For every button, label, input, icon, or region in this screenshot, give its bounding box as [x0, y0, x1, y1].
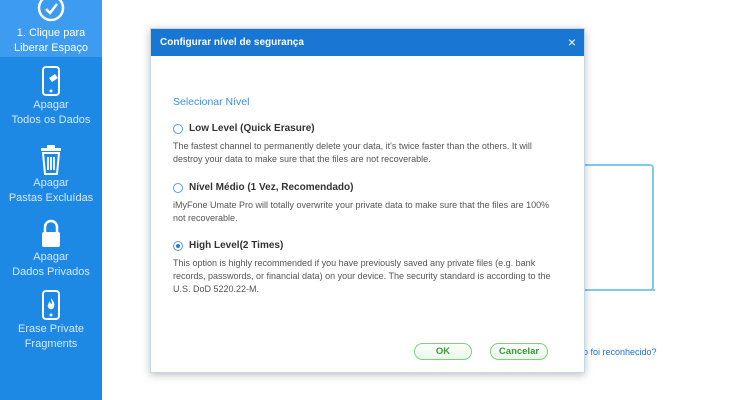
sidebar-item-label: Todos os Dados: [11, 114, 91, 126]
option-high-level: High Level(2 Times) This option is highl…: [173, 240, 553, 296]
phone-fire-icon: [42, 290, 60, 320]
option-low-level: Low Level (Quick Erasure) The fastest ch…: [173, 123, 553, 166]
sidebar-item-label: Liberar Espaço: [14, 42, 88, 54]
option-medium-level: Nível Médio (1 Vez, Recomendado) iMyFone…: [173, 182, 553, 225]
close-icon[interactable]: ×: [568, 33, 576, 51]
sidebar-item-label: Erase Private: [17, 323, 85, 335]
sidebar-item-label: Apagar: [33, 177, 69, 189]
sidebar-item-label: Fragments: [24, 338, 78, 350]
dialog-title-bar: Configurar nível de segurança ×: [151, 29, 584, 56]
section-heading: Selecionar Nível: [173, 96, 250, 108]
ok-button[interactable]: OK: [414, 343, 472, 360]
sidebar-item-label: Pastas Excluídas: [8, 192, 94, 204]
radio-button[interactable]: [173, 123, 183, 134]
sidebar: 1. Clique para Liberar Espaço Apagar Tod…: [0, 0, 102, 400]
radio-button[interactable]: [173, 182, 183, 193]
option-name: High Level(2 Times): [189, 240, 284, 251]
security-level-dialog: Configurar nível de segurança × Selecion…: [150, 28, 585, 373]
option-name: Nível Médio (1 Vez, Recomendado): [189, 182, 354, 193]
sidebar-item-label: Apagar: [33, 251, 69, 263]
trash-icon: [41, 145, 61, 175]
sidebar-item-label: Apagar: [33, 99, 69, 111]
option-description: This option is highly recommended if you…: [173, 258, 551, 294]
radio-high-level[interactable]: High Level(2 Times): [173, 240, 553, 251]
sidebar-item-erase-all[interactable]: Apagar Todos os Dados: [0, 66, 102, 132]
broom-check-icon: [37, 0, 65, 22]
radio-low-level[interactable]: Low Level (Quick Erasure): [173, 123, 553, 134]
cancel-button[interactable]: Cancelar: [490, 343, 548, 360]
sidebar-item-label: 1. Clique para: [16, 27, 86, 39]
sidebar-item-erase-fragments[interactable]: Erase Private Fragments: [0, 290, 102, 356]
lock-icon: [42, 219, 60, 247]
sidebar-item-free-space[interactable]: 1. Clique para Liberar Espaço: [0, 0, 102, 57]
dialog-title: Configurar nível de segurança: [160, 37, 304, 48]
sidebar-item-erase-private[interactable]: Apagar Dados Privados: [0, 218, 102, 284]
option-description: The fastest channel to permanently delet…: [173, 141, 532, 164]
radio-medium-level[interactable]: Nível Médio (1 Vez, Recomendado): [173, 182, 553, 193]
option-description: iMyFone Umate Pro will totally overwrite…: [173, 200, 550, 223]
sidebar-item-erase-deleted[interactable]: Apagar Pastas Excluídas: [0, 144, 102, 210]
sidebar-item-label: Dados Privados: [12, 266, 90, 278]
radio-button-selected[interactable]: [173, 240, 183, 251]
option-name: Low Level (Quick Erasure): [189, 123, 315, 134]
device-not-recognized-link[interactable]: o foi reconhecido?: [583, 347, 657, 357]
phone-erase-icon: [42, 66, 60, 96]
